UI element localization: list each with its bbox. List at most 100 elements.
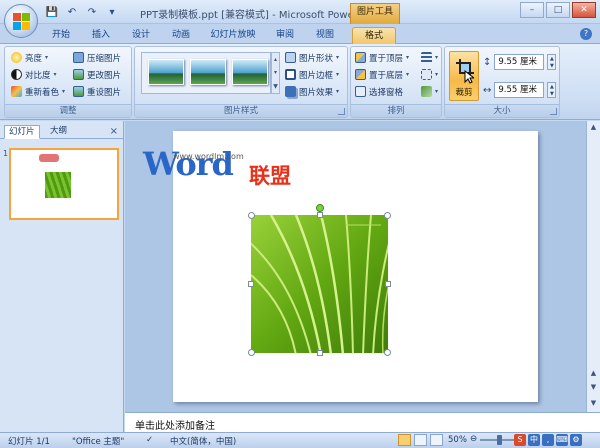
language[interactable]: 中文(简体，中国) xyxy=(170,435,236,447)
ime-chinese-icon[interactable]: 中 xyxy=(528,434,540,446)
group-adjust: 亮度 ▾ 对比度 ▾ 重新着色 ▾ 压缩图片 更改图片 重设图片 调整 xyxy=(4,46,132,118)
brightness-button[interactable]: 亮度 ▾ xyxy=(11,50,48,65)
office-logo-icon xyxy=(13,13,30,30)
watermark: Word www.wordlm.com 联盟 xyxy=(143,131,323,191)
picture-border-button[interactable]: 图片边框 ▾ xyxy=(285,67,339,82)
ime-settings-icon[interactable]: ⚙ xyxy=(570,434,582,446)
change-picture-icon xyxy=(73,69,84,80)
resize-handle-e[interactable] xyxy=(385,281,391,287)
slide-thumbnail-content xyxy=(13,152,115,216)
resize-handle-sw[interactable] xyxy=(248,349,255,356)
reset-picture-button[interactable]: 重设图片 xyxy=(73,84,121,99)
size-dialog-launcher-icon[interactable] xyxy=(550,108,557,115)
rotate-icon[interactable]: ▾ xyxy=(421,84,438,99)
scroll-down-icon[interactable]: ▼ xyxy=(588,399,599,407)
help-icon[interactable]: ? xyxy=(580,28,592,40)
dialog-launcher-icon[interactable] xyxy=(338,108,345,115)
zoom-out-icon[interactable]: ⊖ xyxy=(470,434,477,444)
tab-format[interactable]: 格式 xyxy=(352,27,396,44)
width-spinner[interactable]: ▲ ▼ xyxy=(547,82,557,98)
normal-view-button[interactable] xyxy=(398,434,411,446)
ime-keyboard-icon[interactable]: ⌨ xyxy=(556,434,568,446)
previous-slide-icon[interactable]: ▲ xyxy=(588,369,599,377)
zoom-slider-knob[interactable] xyxy=(497,435,502,445)
group-arrange: 置于顶层 ▾ 置于底层 ▾ 选择窗格 ▾ ▾ ▾ 排列 xyxy=(350,46,442,118)
bring-to-front-icon xyxy=(355,52,366,63)
tab-slideshow[interactable]: 幻灯片放映 xyxy=(206,27,260,44)
redo-icon[interactable]: ↷ xyxy=(84,5,100,19)
change-picture-button[interactable]: 更改图片 xyxy=(73,67,121,82)
minimize-button[interactable]: – xyxy=(520,2,544,18)
tab-insert[interactable]: 插入 xyxy=(86,27,116,44)
slide-sorter-button[interactable] xyxy=(414,434,427,446)
save-icon[interactable]: 💾 xyxy=(44,5,60,19)
recolor-button[interactable]: 重新着色 ▾ xyxy=(11,84,65,99)
tab-outline[interactable]: 大纲 xyxy=(46,125,71,139)
close-button[interactable]: ✕ xyxy=(572,2,596,18)
tab-home[interactable]: 开始 xyxy=(46,27,76,44)
maximize-button[interactable]: □ xyxy=(546,2,570,18)
width-field[interactable]: 9.55 厘米 xyxy=(494,82,545,98)
recolor-icon xyxy=(11,86,22,97)
rotation-handle[interactable] xyxy=(316,204,324,212)
compress-pictures-button[interactable]: 压缩图片 xyxy=(73,50,121,65)
watermark-word: Word xyxy=(143,145,234,183)
ime-punct-icon[interactable]: , xyxy=(542,434,554,446)
ime-logo-icon[interactable]: S xyxy=(514,434,526,446)
quick-access-toolbar: 💾 ↶ ↷ ▾ xyxy=(44,5,120,19)
group-size: 裁剪 ↕ 9.55 厘米 ▲ ▼ ↔ 9.55 厘米 ▲ ▼ 大小 xyxy=(444,46,560,118)
resize-handle-nw[interactable] xyxy=(248,212,255,219)
vertical-scrollbar[interactable]: ▲ ▲ ▼ ▼ xyxy=(586,121,600,412)
undo-icon[interactable]: ↶ xyxy=(64,5,80,19)
bring-to-front-button[interactable]: 置于顶层 ▾ xyxy=(355,50,409,65)
resize-handle-w[interactable] xyxy=(248,281,254,287)
scroll-up-icon[interactable]: ▲ xyxy=(588,123,599,131)
slide-thumbnail-1[interactable] xyxy=(9,148,119,220)
customize-qat-icon[interactable]: ▾ xyxy=(104,5,120,19)
selection-pane-button[interactable]: 选择窗格 xyxy=(355,84,403,99)
picture-style-1[interactable] xyxy=(148,59,184,85)
gallery-scroll[interactable]: ▴ ▾ ▼ xyxy=(271,52,280,94)
picture-style-3[interactable] xyxy=(232,59,268,85)
group-label-picture-styles: 图片样式 xyxy=(135,104,347,117)
close-pane-icon[interactable]: × xyxy=(110,126,118,137)
picture-style-2[interactable] xyxy=(190,59,226,85)
picture-tools-context-label: 图片工具 xyxy=(350,3,400,24)
office-button[interactable] xyxy=(4,4,38,38)
notes-placeholder: 单击此处添加备注 xyxy=(135,421,215,432)
tab-animations[interactable]: 动画 xyxy=(166,27,196,44)
width-icon: ↔ xyxy=(483,84,492,96)
zoom-level[interactable]: 50% xyxy=(448,435,467,445)
height-icon: ↕ xyxy=(483,56,492,68)
height-field[interactable]: 9.55 厘米 xyxy=(494,54,545,70)
title-bar: 💾 ↶ ↷ ▾ PPT录制模板.ppt [兼容模式] - Microsoft P… xyxy=(0,0,600,24)
tab-slides[interactable]: 幻灯片 xyxy=(4,125,40,139)
send-to-back-button[interactable]: 置于底层 ▾ xyxy=(355,67,409,82)
spell-check-icon[interactable]: ✓ xyxy=(146,435,153,445)
contrast-button[interactable]: 对比度 ▾ xyxy=(11,67,57,82)
window-controls: – □ ✕ xyxy=(520,2,596,18)
next-slide-icon[interactable]: ▼ xyxy=(588,383,599,391)
align-icon[interactable]: ▾ xyxy=(421,50,438,65)
notes-pane[interactable]: 单击此处添加备注 xyxy=(125,412,600,432)
leaf-picture[interactable] xyxy=(251,215,388,353)
tab-design[interactable]: 设计 xyxy=(126,27,156,44)
crop-button[interactable]: 裁剪 xyxy=(449,51,479,101)
group-objects-icon[interactable]: ▾ xyxy=(421,67,438,82)
slides-pane: 幻灯片 大纲 × 1 xyxy=(0,121,124,432)
thumbnail-logo xyxy=(39,154,59,162)
slideshow-view-button[interactable] xyxy=(430,434,443,446)
resize-handle-ne[interactable] xyxy=(384,212,391,219)
status-bar: 幻灯片 1/1 "Office 主题" ✓ 中文(简体，中国) 50% ⊖ S … xyxy=(0,432,600,448)
picture-effects-button[interactable]: 图片效果 ▾ xyxy=(285,84,339,99)
tab-view[interactable]: 视图 xyxy=(310,27,340,44)
resize-handle-n[interactable] xyxy=(317,212,323,218)
tab-review[interactable]: 审阅 xyxy=(270,27,300,44)
resize-handle-s[interactable] xyxy=(317,350,323,356)
resize-handle-se[interactable] xyxy=(384,349,391,356)
thumbnail-leaf-image xyxy=(45,172,71,198)
height-spinner[interactable]: ▲ ▼ xyxy=(547,54,557,70)
slide-canvas[interactable]: Word www.wordlm.com 联盟 xyxy=(143,131,538,402)
pane-tabs: 幻灯片 大纲 × xyxy=(0,125,124,139)
picture-shape-button[interactable]: 图片形状 ▾ xyxy=(285,50,339,65)
